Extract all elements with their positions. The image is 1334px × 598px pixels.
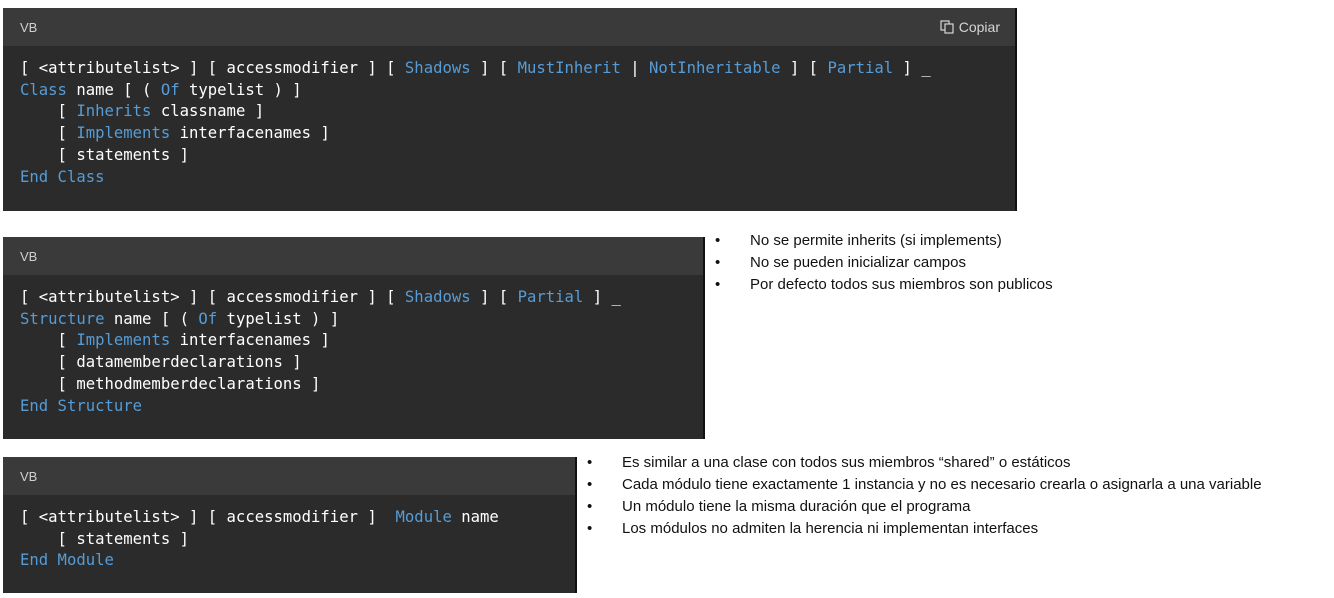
code-line: [ statements ]	[20, 529, 575, 551]
structure-notes-list: No se permite inherits (si implements) N…	[715, 230, 1053, 296]
code-text: interfacenames ]	[170, 331, 330, 350]
code-content[interactable]: [ <attributelist> ] [ accessmodifier ] M…	[3, 495, 575, 572]
code-text: [ <attributelist> ] [ accessmodifier ] [	[20, 288, 405, 306]
code-text: name [ (	[104, 309, 199, 328]
code-text: [	[20, 124, 77, 143]
code-block-header: VB	[3, 457, 575, 495]
code-line: [ Implements interfacenames ]	[20, 330, 703, 352]
code-text: ] _	[893, 59, 931, 77]
code-line: [ statements ]	[20, 145, 1015, 167]
code-keyword: MustInherit	[517, 59, 621, 77]
code-line: [ methodmemberdeclarations ]	[20, 374, 703, 396]
code-line: [ <attributelist> ] [ accessmodifier ] […	[20, 58, 1015, 80]
code-keyword: Partial	[517, 288, 584, 306]
code-text: ] [	[470, 59, 518, 77]
copy-label: Copiar	[958, 19, 1000, 35]
code-text: ] [	[470, 288, 518, 306]
code-text: [	[20, 102, 77, 121]
code-line: Class name [ ( Of typelist ) ]	[20, 80, 1015, 102]
code-keyword: Class	[20, 80, 67, 99]
code-line: [ Implements interfacenames ]	[20, 123, 1015, 145]
code-keyword: Implements	[76, 124, 171, 143]
list-item: Por defecto todos sus miembros son publi…	[715, 274, 1053, 296]
code-block-module: VB [ <attributelist> ] [ accessmodifier …	[3, 457, 577, 593]
code-line: [ <attributelist> ] [ accessmodifier ] M…	[20, 507, 575, 529]
code-line: [ Inherits classname ]	[20, 101, 1015, 123]
code-block-class: VB Copiar [ <attributelist> ] [ accessmo…	[3, 8, 1017, 211]
code-text: classname ]	[151, 102, 265, 121]
code-block-header: VB	[3, 237, 703, 275]
code-keyword: Of	[198, 309, 218, 328]
code-text: [ <attributelist> ] [ accessmodifier ]	[20, 508, 396, 526]
code-keyword: Inherits	[76, 102, 152, 121]
list-item: Es similar a una clase con todos sus mie…	[587, 452, 1262, 474]
code-text: name	[451, 508, 499, 526]
code-keyword: Partial	[827, 59, 894, 77]
code-keyword: Module	[395, 508, 452, 526]
code-text: typelist ) ]	[179, 80, 302, 99]
list-item: Un módulo tiene la misma duración que el…	[587, 496, 1262, 518]
code-keyword: End Class	[20, 167, 105, 186]
code-line: End Class	[20, 167, 1015, 189]
code-content[interactable]: [ <attributelist> ] [ accessmodifier ] […	[3, 46, 1015, 188]
code-text: name [ (	[66, 80, 161, 99]
code-line: Structure name [ ( Of typelist ) ]	[20, 309, 703, 331]
code-text: [ methodmemberdeclarations ]	[20, 374, 321, 393]
language-label: VB	[20, 248, 38, 264]
code-text: interfacenames ]	[170, 124, 330, 143]
code-text: [ statements ]	[20, 145, 189, 164]
language-label: VB	[20, 19, 38, 35]
code-text: ] _	[583, 288, 621, 306]
copy-button[interactable]: Copiar	[940, 19, 1000, 35]
code-line: [ <attributelist> ] [ accessmodifier ] […	[20, 287, 703, 309]
code-block-structure: VB [ <attributelist> ] [ accessmodifier …	[3, 237, 705, 439]
code-line: End Structure	[20, 396, 703, 418]
code-keyword: Structure	[20, 309, 105, 328]
module-notes-list: Es similar a una clase con todos sus mie…	[587, 452, 1262, 540]
code-text: |	[620, 59, 650, 77]
code-line: End Module	[20, 550, 575, 572]
code-keyword: End Structure	[20, 396, 143, 415]
code-text: ] [	[780, 59, 828, 77]
language-label: VB	[20, 468, 38, 484]
code-text: [	[20, 331, 77, 350]
code-text: [ <attributelist> ] [ accessmodifier ] [	[20, 59, 405, 77]
copy-icon	[940, 20, 954, 34]
code-block-header: VB Copiar	[3, 8, 1015, 46]
code-text: typelist ) ]	[217, 309, 340, 328]
list-item: Cada módulo tiene exactamente 1 instanci…	[587, 474, 1262, 496]
list-item: Los módulos no admiten la herencia ni im…	[587, 518, 1262, 540]
code-line: [ datamemberdeclarations ]	[20, 352, 703, 374]
code-keyword: End Module	[20, 551, 114, 570]
code-keyword: NotInheritable	[649, 59, 781, 77]
code-keyword: Implements	[76, 331, 171, 350]
code-keyword: Of	[160, 80, 180, 99]
code-content[interactable]: [ <attributelist> ] [ accessmodifier ] […	[3, 275, 703, 417]
code-text: [ datamemberdeclarations ]	[20, 353, 302, 372]
code-keyword: Shadows	[404, 59, 471, 77]
code-keyword: Shadows	[404, 288, 471, 306]
list-item: No se permite inherits (si implements)	[715, 230, 1053, 252]
list-item: No se pueden inicializar campos	[715, 252, 1053, 274]
code-text: [ statements ]	[20, 529, 189, 548]
